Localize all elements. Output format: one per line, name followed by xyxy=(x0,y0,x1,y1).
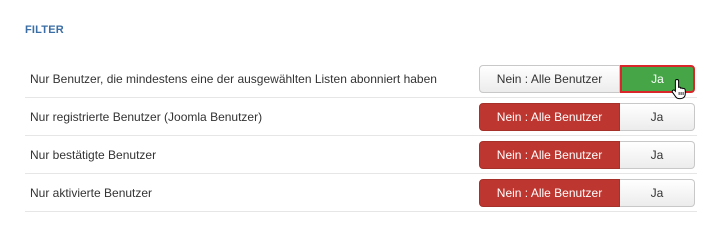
filter-label-activated: Nur aktivierte Benutzer xyxy=(30,185,153,200)
toggle-confirmed: Nein : Alle Benutzer Ja xyxy=(479,140,695,169)
filter-row-subscribed: Nur Benutzer, die mindestens eine der au… xyxy=(25,60,697,100)
toggle-subscribed: Nein : Alle Benutzer Ja xyxy=(479,64,695,93)
filter-label-subscribed: Nur Benutzer, die mindestens eine der au… xyxy=(30,71,437,86)
filter-panel: FILTER Nur Benutzer, die mindestens eine… xyxy=(0,0,706,229)
toggle-activated-yes-button[interactable]: Ja xyxy=(620,178,695,207)
toggle-registered: Nein : Alle Benutzer Ja xyxy=(479,102,695,131)
toggle-confirmed-yes-button[interactable]: Ja xyxy=(620,140,695,169)
filter-label-registered: Nur registrierte Benutzer (Joomla Benutz… xyxy=(30,109,263,124)
filter-rows: Nur Benutzer, die mindestens eine der au… xyxy=(25,60,697,212)
toggle-registered-yes-button[interactable]: Ja xyxy=(620,102,695,131)
filter-row-registered: Nur registrierte Benutzer (Joomla Benutz… xyxy=(25,98,697,136)
filter-label-confirmed: Nur bestätigte Benutzer xyxy=(30,147,157,162)
toggle-activated-no-button[interactable]: Nein : Alle Benutzer xyxy=(479,178,620,207)
filter-row-activated: Nur aktivierte Benutzer Nein : Alle Benu… xyxy=(25,174,697,212)
toggle-registered-no-button[interactable]: Nein : Alle Benutzer xyxy=(479,102,620,131)
toggle-subscribed-yes-button[interactable]: Ja xyxy=(620,64,695,93)
filter-row-confirmed: Nur bestätigte Benutzer Nein : Alle Benu… xyxy=(25,136,697,174)
toggle-confirmed-no-button[interactable]: Nein : Alle Benutzer xyxy=(479,140,620,169)
toggle-subscribed-no-button[interactable]: Nein : Alle Benutzer xyxy=(479,64,620,93)
toggle-activated: Nein : Alle Benutzer Ja xyxy=(479,178,695,207)
section-title: FILTER xyxy=(25,24,64,36)
